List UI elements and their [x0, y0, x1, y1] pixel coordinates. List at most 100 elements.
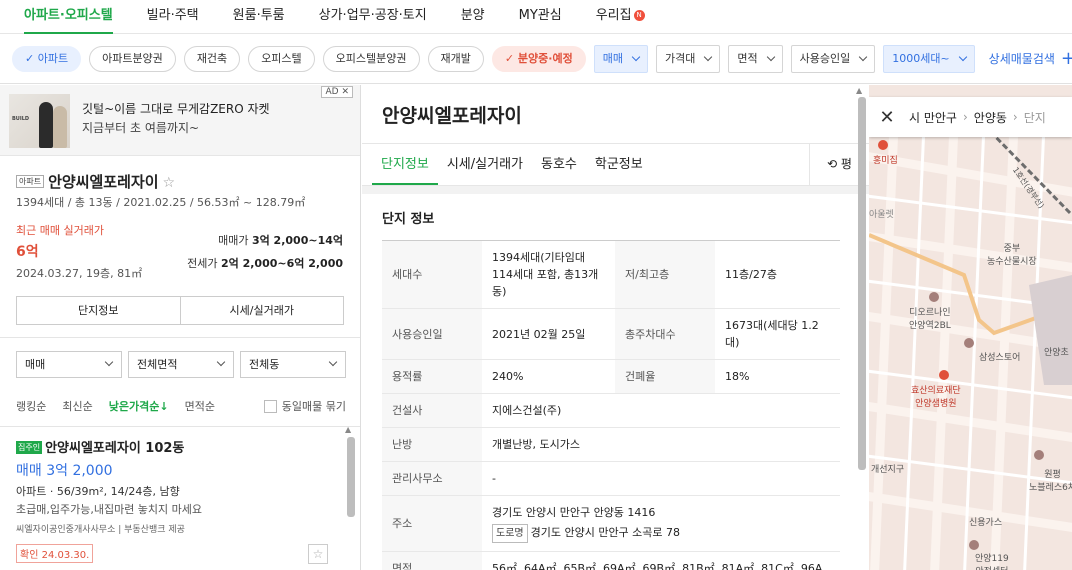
complex-info: 1394세대 / 총 13동 / 2021.02.25 / 56.53㎡ ~ 1… [16, 196, 306, 209]
list-trade-select[interactable]: 매매 [16, 351, 122, 378]
close-icon[interactable]: ✕ [869, 107, 905, 128]
star-icon[interactable]: ☆ [308, 544, 328, 564]
chip-reconstruction[interactable]: 재건축 [183, 45, 241, 72]
filter-approval-date-label: 사용승인일 [799, 51, 851, 65]
listing-item[interactable]: 집주인 안양씨엘포레자이 102동 매매 3억 2,000 아파트 · 56/39… [16, 437, 341, 535]
recent-price-date: 2024.03.27, 19층, 81㎡ [16, 267, 143, 280]
nav-presale[interactable]: 분양 [461, 0, 485, 34]
nav-commercial[interactable]: 상가·업무·공장·토지 [319, 0, 427, 34]
map-view[interactable]: 홍미집 아울렛 중부 농수산물시장 디오르나인 안양역2BL 삼성스토어 안양초… [869, 85, 1072, 570]
chevron-down-icon [216, 357, 226, 367]
table-cell: 1673대(세대당 1.2대) [715, 308, 840, 360]
map-label: 삼성스토어 [979, 353, 1021, 363]
breadcrumb-district[interactable]: 시 만안구 [905, 109, 961, 126]
sort-ranking[interactable]: 랭킹순 [16, 398, 46, 414]
table-header: 주소 [382, 495, 482, 552]
group-same-listing[interactable]: 동일매물 묶기 [263, 398, 346, 414]
filter-bar: ✓ 아파트 아파트분양권 재건축 오피스텔 오피스텔분양권 재개발 ✓ 분양중·… [0, 34, 1072, 84]
scroll-up-icon[interactable]: ▲ [856, 86, 862, 95]
tab-school[interactable]: 학군정보 [586, 144, 652, 185]
list-area-select-value: 전체면적 [137, 358, 178, 371]
advanced-search-link[interactable]: 상세매물검색 [989, 50, 1055, 67]
tab-price-history[interactable]: 시세/실거래가 [438, 144, 532, 185]
chevron-down-icon [958, 52, 967, 61]
table-row: 주소 경기도 안양시 만안구 안양동 1416 도로명 경기도 안양시 만안구 소… [382, 495, 840, 552]
table-row: 사용승인일 2021년 02월 25일 총주차대수 1673대(세대당 1.2대… [382, 308, 840, 360]
listing-source: 씨엘자이공인중개사사무소 | 부동산뱅크 제공 [16, 525, 185, 535]
table-cell: 1394세대(기타임대 114세대 포함, 총13개동) [482, 240, 615, 309]
breadcrumb-dong[interactable]: 안양동 [970, 109, 1011, 126]
star-icon[interactable]: ☆ [163, 175, 176, 191]
nav-myhome-label: 우리집 [595, 7, 632, 23]
detail-tabs: 단지정보 시세/실거래가 동호수 학군정보 ⟲ 평 [362, 143, 869, 186]
chip-officetel-presale-right[interactable]: 오피스텔분양권 [322, 45, 420, 72]
nav-my[interactable]: MY관심 [519, 0, 562, 34]
detail-scrollbar[interactable] [858, 97, 866, 470]
nav-apartment[interactable]: 아파트·오피스텔 [24, 0, 113, 34]
ad-image-brand: BUILD [12, 116, 30, 122]
table-row: 건설사 지에스건설(주) [382, 393, 840, 428]
table-cell: 개별난방, 도시가스 [482, 427, 840, 462]
breadcrumb-complex[interactable]: 단지 [1020, 109, 1050, 126]
owner-tag: 집주인 [16, 441, 43, 454]
recent-price-label: 최근 매매 실거래가 [16, 224, 104, 237]
ad-banner[interactable]: BUILD 깃털~이름 그대로 무게감ZERO 자켓 지금부터 초 여름까지~ … [0, 85, 360, 156]
table-header: 용적률 [382, 359, 482, 394]
filter-trade-type-label: 매매 [602, 51, 623, 65]
sort-area[interactable]: 면적순 [185, 398, 215, 414]
listing-name: 안양씨엘포레자이 102동 [45, 441, 185, 456]
filter-trade-type[interactable]: 매매 [593, 44, 648, 73]
tab-unit-numbers[interactable]: 동호수 [532, 144, 586, 185]
filter-approval-date[interactable]: 사용승인일 [790, 44, 876, 73]
chip-apartment-presale-right[interactable]: 아파트분양권 [89, 45, 176, 72]
new-badge: N [633, 9, 645, 21]
tab-complex-info[interactable]: 단지정보 [372, 144, 438, 185]
scroll-up-icon[interactable]: ▲ [345, 425, 351, 434]
chip-presale-ongoing[interactable]: ✓ 분양중·예정 [491, 45, 586, 72]
chip-redevelopment[interactable]: 재개발 [427, 45, 484, 72]
chip-officetel[interactable]: 오피스텔 [248, 45, 315, 72]
jeonse-range: 2억 2,000~6억 2,000 [220, 257, 343, 270]
price-history-button[interactable]: 시세/실거래가 [179, 297, 344, 324]
map-label: 디오르나인 안양역2BL [909, 308, 951, 331]
listing-price: 매매 3억 2,000 [16, 463, 113, 479]
filter-price-label: 가격대 [664, 51, 696, 65]
table-cell: 2021년 02월 25일 [482, 308, 615, 360]
confirm-date-badge: 확인 24.03.30. [16, 544, 94, 563]
sort-latest[interactable]: 최신순 [62, 398, 92, 414]
nav-villa[interactable]: 빌라·주택 [147, 0, 199, 34]
plus-icon[interactable]: + [1061, 48, 1072, 69]
sort-low-price[interactable]: 낮은가격순↓ [109, 398, 169, 414]
table-row: 난방 개별난방, 도시가스 [382, 427, 840, 462]
complex-info-button[interactable]: 단지정보 [17, 297, 180, 324]
filter-households-label: 1000세대~ [892, 51, 950, 65]
group-same-listing-label: 동일매물 묶기 [281, 400, 346, 413]
sale-range: 3억 2,000~14억 [251, 234, 343, 247]
complex-buttons: 단지정보 시세/실거래가 [16, 296, 344, 325]
list-building-select[interactable]: 전체동 [240, 351, 346, 378]
filter-households[interactable]: 1000세대~ [883, 44, 975, 73]
filter-area[interactable]: 면적 [728, 44, 783, 73]
table-header: 총주차대수 [615, 308, 715, 360]
list-building-select-value: 전체동 [249, 358, 280, 371]
map-label: 효산의료재단 안양샘병원 [911, 386, 961, 409]
close-icon: ✕ [341, 87, 349, 97]
map-label: 홍미집 [873, 156, 898, 166]
complex-header: 아파트 안양씨엘포레자이 ☆ [16, 171, 175, 192]
checkbox[interactable] [263, 399, 277, 413]
filter-price[interactable]: 가격대 [655, 44, 721, 73]
nav-myhome[interactable]: 우리집 N [596, 0, 645, 34]
map-breadcrumb: ✕ 시 만안구 › 안양동 › 단지 [869, 97, 1072, 137]
table-header: 난방 [382, 427, 482, 462]
address-cell: 경기도 안양시 만안구 안양동 1416 도로명 경기도 안양시 만안구 소곡로 … [482, 495, 840, 552]
list-area-select[interactable]: 전체면적 [128, 351, 234, 378]
nav-oneroom[interactable]: 원룸·투룸 [233, 0, 285, 34]
listing-scrollbar[interactable] [347, 437, 355, 517]
table-header: 면적 [382, 551, 482, 570]
ad-close[interactable]: AD ✕ [321, 86, 353, 98]
chevron-down-icon [858, 52, 868, 61]
chip-apartment[interactable]: ✓ 아파트 [12, 45, 82, 72]
map-label: 신용가스 [969, 518, 1003, 528]
chevron-right-icon: › [962, 110, 968, 124]
chevron-down-icon [766, 52, 775, 61]
